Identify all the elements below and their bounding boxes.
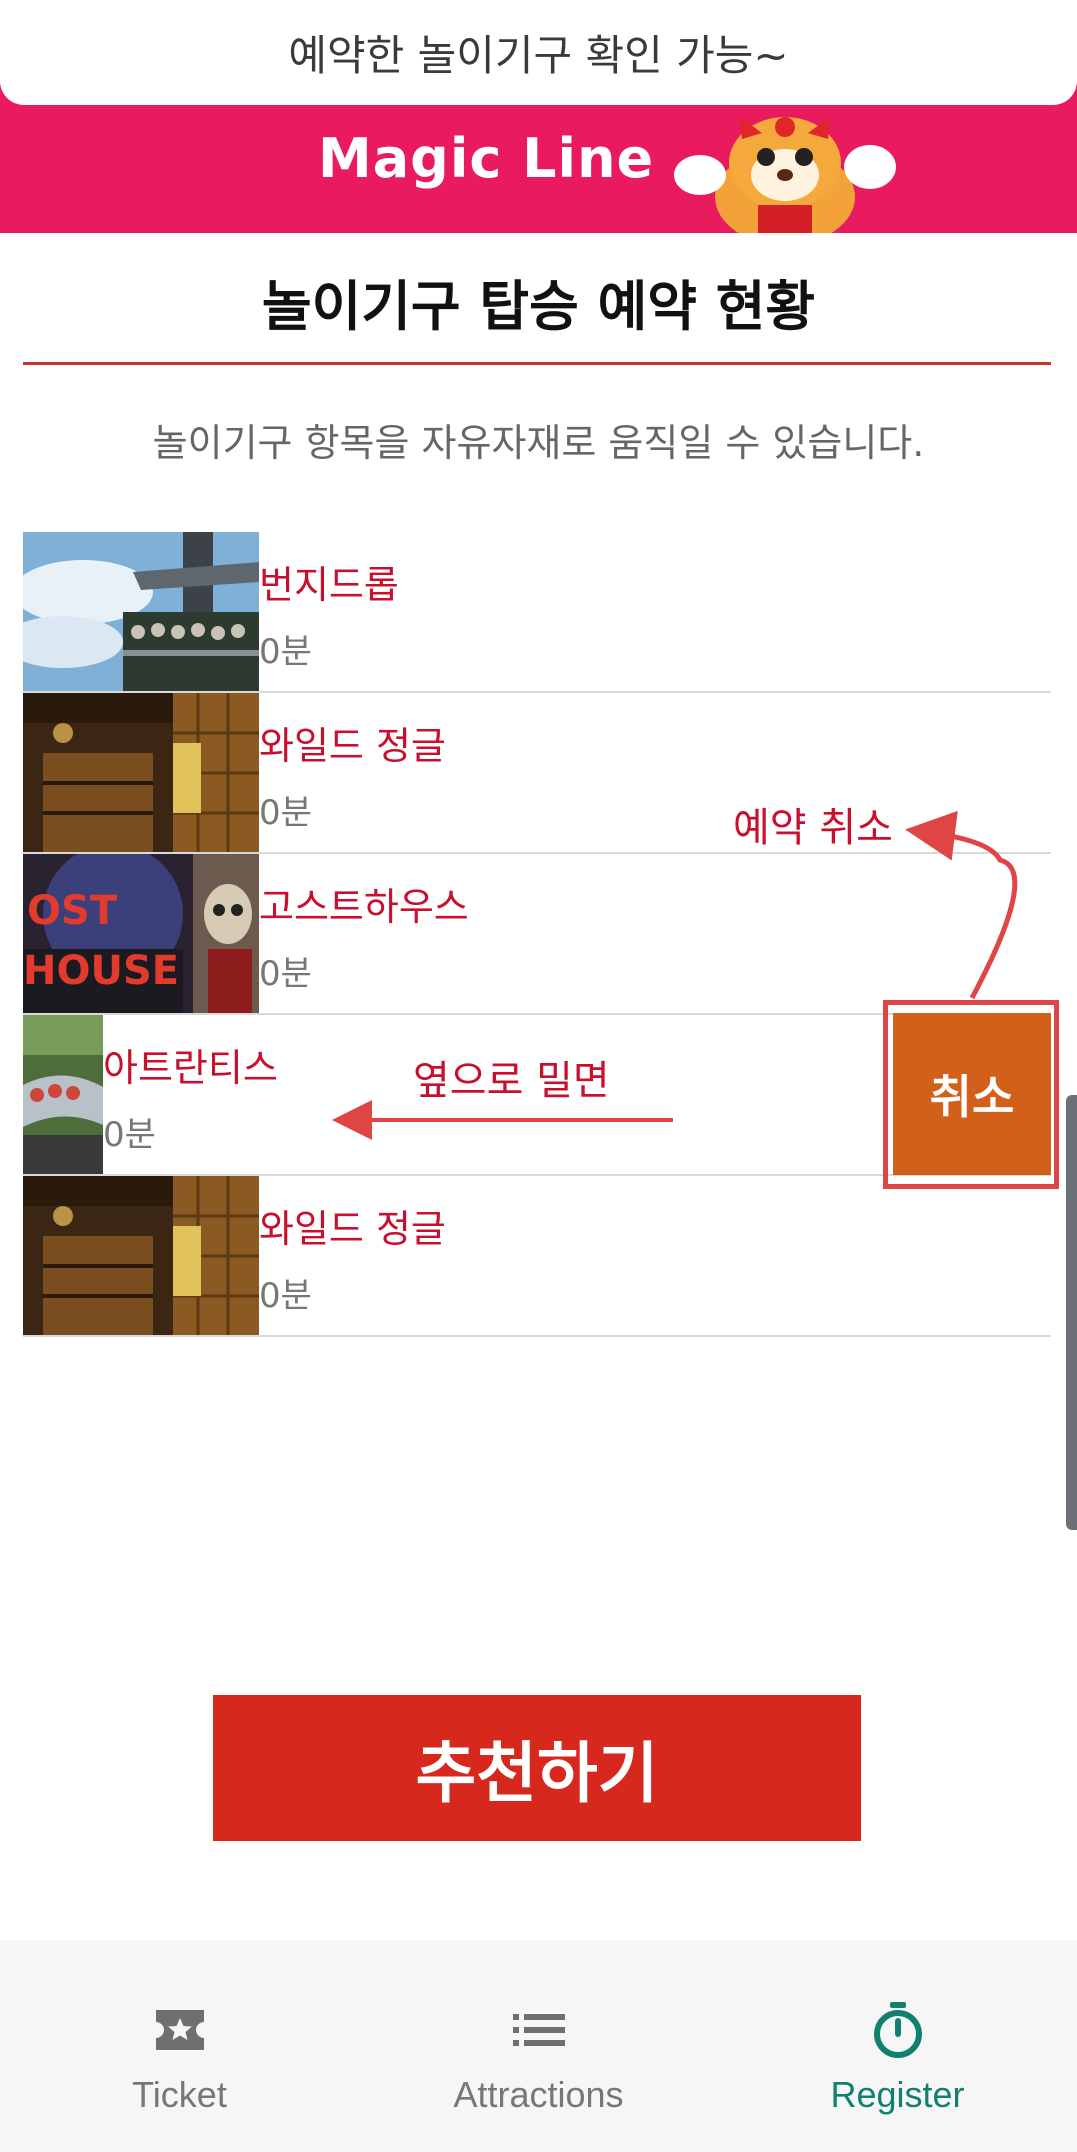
tab-label: Register [830,2074,965,2115]
title-divider [23,362,1051,365]
ride-name: 번지드롭 [259,563,399,607]
ride-wait-time: 0분 [103,1115,156,1155]
ride-thumbnail-coaster [23,1015,103,1174]
recommend-button[interactable]: 추천하기 [213,1695,861,1841]
page-title: 놀이기구 탑승 예약 현황 [261,275,816,338]
mascot-icon [674,117,896,233]
ride-name: 아트란티스 [103,1046,278,1090]
tab-register[interactable]: Register [718,1940,1077,2152]
ride-thumbnail-wooden-hall [23,693,259,852]
ride-name: 와일드 정글 [259,1207,446,1251]
list-item[interactable]: 번지드롭 0분 [23,532,1051,693]
ticket-star-icon [150,2002,210,2058]
page-subtitle: 놀이기구 항목을 자유자재로 움직일 수 있습니다. [152,421,925,465]
tab-label: Attractions [453,2074,624,2115]
brand-banner: Magic Line [0,105,1077,233]
ride-wait-time: 0분 [259,632,312,672]
svg-text:OST: OST [27,888,118,934]
stopwatch-icon [868,2002,928,2058]
brand-logo-text: Magic Line [318,127,655,190]
annotation-cancel: 예약 취소 [733,805,893,851]
svg-text:HOUSE: HOUSE [23,948,179,994]
tab-attractions[interactable]: Attractions [359,1940,718,2152]
list-item[interactable]: 와일드 정글 0분 [23,693,1051,854]
header: Magic Line 예약한 놀이기구 확인 가능~ [0,0,1077,233]
annotation-swipe: 옆으로 밀면 [413,1058,610,1104]
ride-wait-time: 0분 [259,793,312,833]
ride-reservation-list: 번지드롭 0분 와일드 정글 0분 OST HOUSE 고스트하우스 0분 아트… [23,532,1051,1337]
ride-thumbnail-ghost-house: OST HOUSE [23,854,259,1013]
scrollbar[interactable] [1066,1095,1077,1530]
tab-label: Ticket [132,2074,227,2115]
top-caption: 예약한 놀이기구 확인 가능~ [0,0,1077,105]
list-item[interactable]: OST HOUSE 고스트하우스 0분 [23,854,1051,1015]
tab-ticket[interactable]: Ticket [0,1940,359,2152]
ride-thumbnail-drop-tower [23,532,259,691]
list-icon [509,2002,569,2058]
ride-wait-time: 0분 [259,1276,312,1316]
bottom-navigation: Ticket Attractions Register [0,1940,1077,2152]
ride-wait-time: 0분 [259,954,312,994]
ride-name: 고스트하우스 [259,885,469,929]
ride-name: 와일드 정글 [259,724,446,768]
cancel-reservation-button[interactable]: 취소 [893,1013,1051,1175]
list-item[interactable]: 와일드 정글 0분 [23,1176,1051,1337]
ride-thumbnail-wooden-hall [23,1176,259,1335]
